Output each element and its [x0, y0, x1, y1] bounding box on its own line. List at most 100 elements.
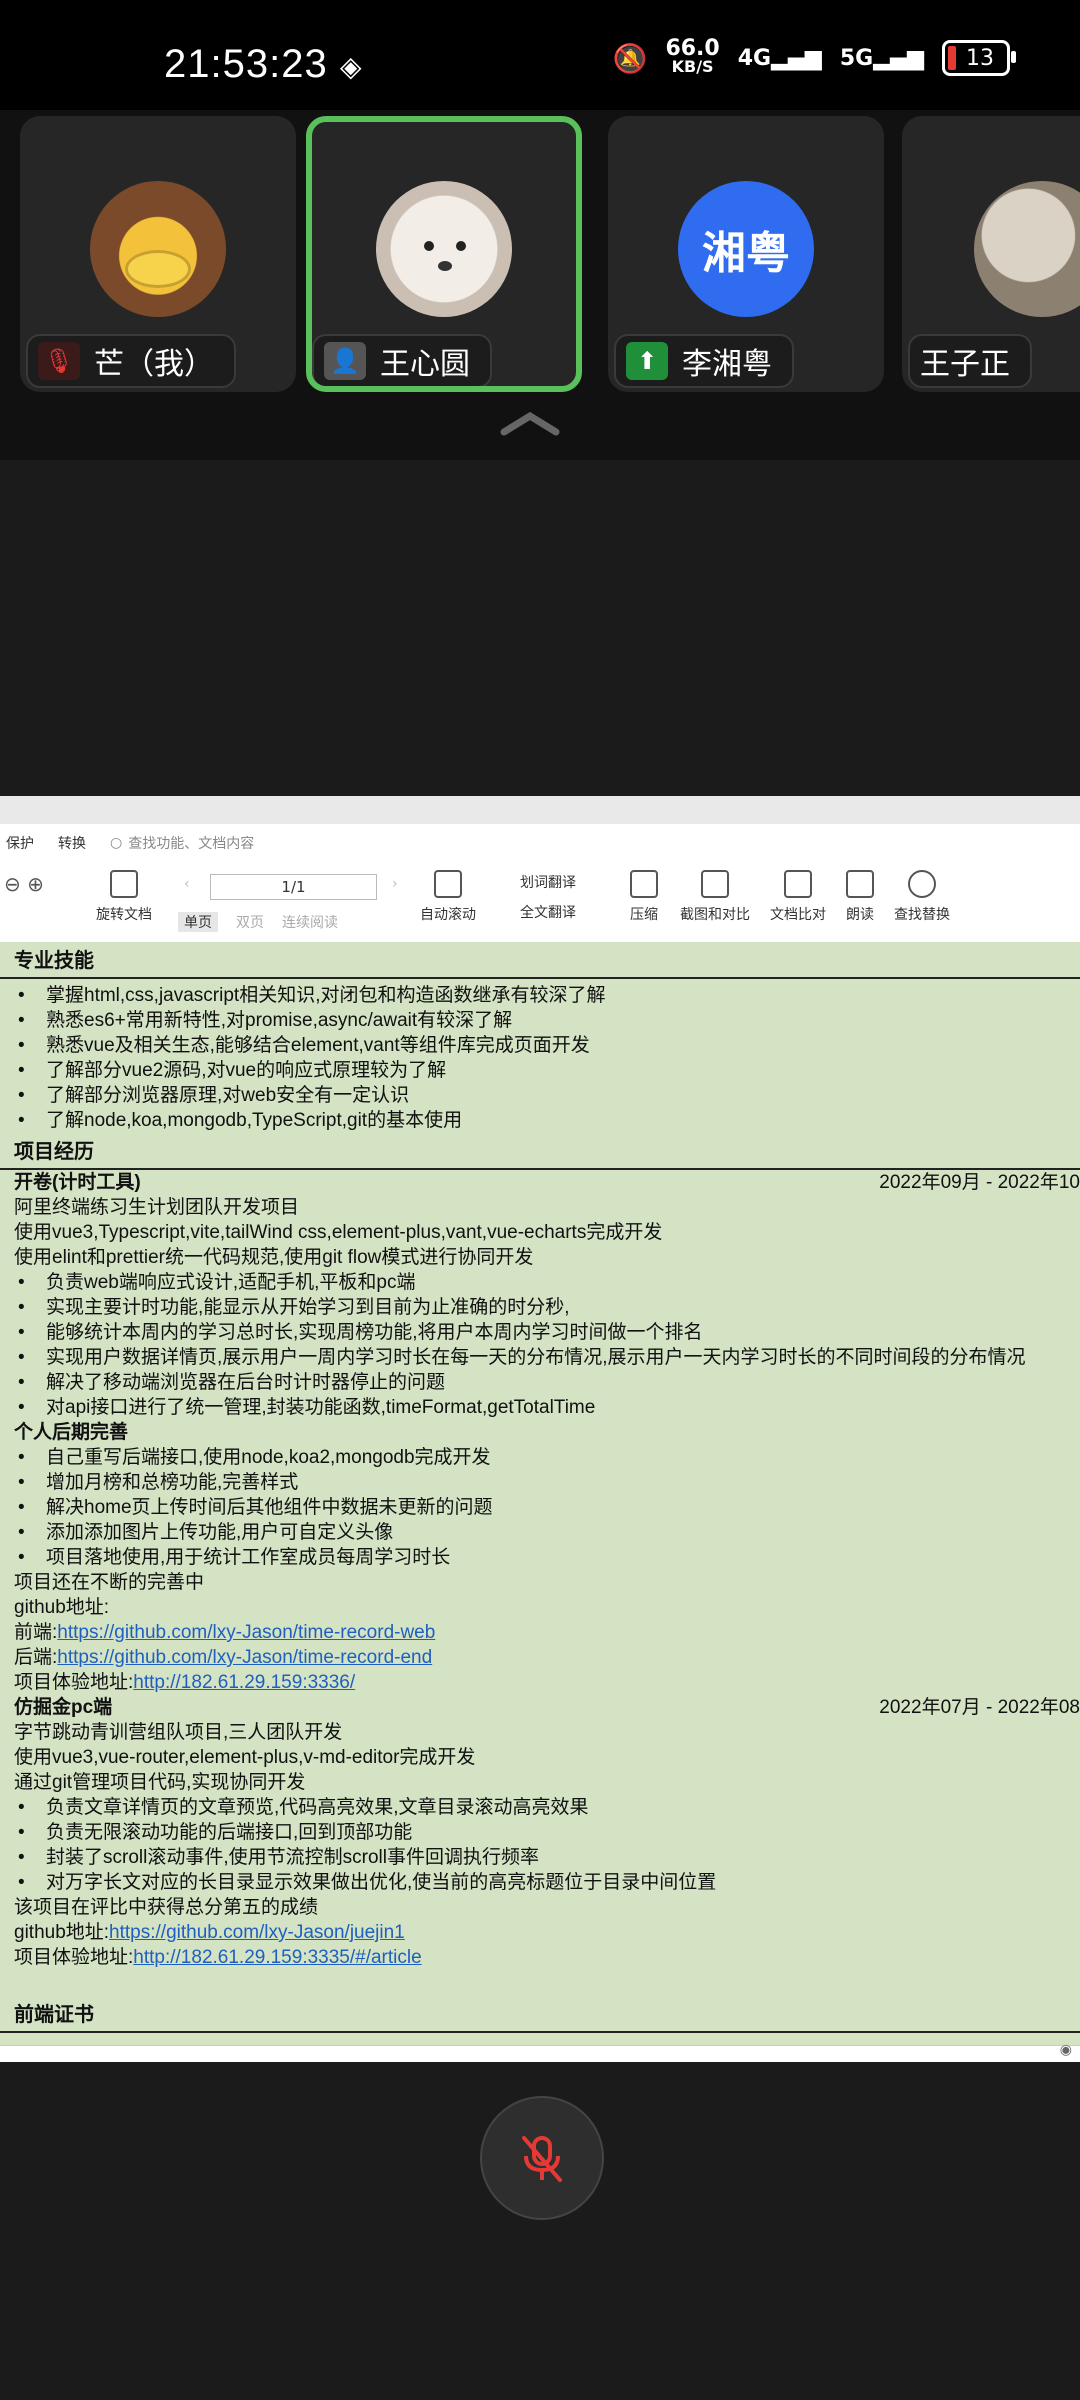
list-item: 解决home页上传时间后其他组件中数据未更新的问题 — [0, 1495, 1080, 1520]
participant-tile[interactable]: 王子正 — [902, 116, 1080, 392]
project-title: 仿掘金pc端 2022年07月 - 2022年08 — [14, 1697, 1080, 1718]
project-date: 2022年07月 - 2022年08 — [879, 1697, 1080, 1718]
read-aloud-button[interactable]: 朗读 — [846, 870, 874, 924]
rotate-doc-button[interactable]: 旋转文档 — [96, 870, 152, 924]
backend-link[interactable]: https://github.com/lxy-Jason/time-record… — [57, 1647, 432, 1668]
demo-link-line: 项目体验地址:http://182.61.29.159:3335/#/artic… — [14, 1947, 422, 1968]
list-item: 增加月榜和总榜功能,完善样式 — [0, 1470, 1080, 1495]
list-item: 熟悉es6+常用新特性,对promise,async/await有较深了解 — [0, 1008, 1080, 1033]
status-icons: 🔕 66.0 KB/S 4G▂▄▆ 5G▂▄▆ 13 — [612, 38, 1016, 76]
signal-5g-icon: 5G▂▄▆ — [839, 45, 924, 71]
mic-muted-icon — [522, 2136, 562, 2182]
page-input[interactable]: 1/1 — [210, 874, 377, 900]
signal-4g-icon: 4G▂▄▆ — [737, 45, 822, 71]
screenshot-icon — [701, 870, 729, 898]
avatar — [974, 181, 1080, 317]
list-item: 项目落地使用,用于统计工作室成员每周学习时长 — [0, 1545, 1080, 1570]
text-line: 字节跳动青训营组队项目,三人团队开发 — [14, 1722, 343, 1743]
list-item: 解决了移动端浏览器在后台时计时器停止的问题 — [0, 1370, 1080, 1395]
compare-button[interactable]: 文档比对 — [770, 870, 826, 924]
list-item: 添加添加图片上传功能,用户可自定义头像 — [0, 1520, 1080, 1545]
status-bar: 21:53:23 ◈ 🔕 66.0 KB/S 4G▂▄▆ 5G▂▄▆ 13 — [0, 0, 1080, 110]
participant-name: 王心圆 — [380, 347, 470, 382]
menu-protect[interactable]: 保护 — [6, 833, 34, 853]
text-line: 项目还在不断的完善中 — [14, 1572, 205, 1593]
autoscroll-icon — [434, 870, 462, 898]
prev-page-icon[interactable]: ‹ — [184, 876, 190, 892]
rotate-icon — [110, 870, 138, 898]
shared-document: 保护 转换 ○ 查找功能、文档内容 ⊖ ⊕ 旋转文档 ‹ 1/1 › 单页 双页… — [0, 796, 1080, 2062]
list-item: 负责文章详情页的文章预览,代码高亮效果,文章目录滚动高亮效果 — [0, 1795, 1080, 1820]
frontend-link[interactable]: https://github.com/lxy-Jason/time-record… — [57, 1622, 435, 1643]
project-date: 2022年09月 - 2022年10 — [879, 1172, 1080, 1193]
participant-tile-sharing[interactable]: 湘粤 ⬆ 李湘粤 — [608, 116, 884, 392]
participant-strip[interactable]: 🎙 芒（我） 👤 王心圆 湘粤 ⬆ 李湘粤 王子正 — [0, 110, 1080, 460]
section-title: 项目经历 — [0, 1133, 1080, 1170]
search-icon: ○ — [110, 835, 123, 851]
select-translate-button[interactable]: 划词翻译 — [520, 872, 576, 892]
eye-icon[interactable]: ◉ — [1060, 2042, 1072, 2058]
notification-icon: ◈ — [340, 50, 362, 83]
list-item: 实现用户数据详情页,展示用户一周内学习时长在每一天的分布情况,展示用户一天内学习… — [0, 1345, 1080, 1370]
doc-search[interactable]: ○ 查找功能、文档内容 — [110, 833, 254, 853]
list-item: 对api接口进行了统一管理,封装功能函数,timeFormat,getTotal… — [0, 1395, 1080, 1420]
continuous-button[interactable]: 连续阅读 — [282, 912, 338, 932]
zoom-icons[interactable]: ⊖ ⊕ — [4, 872, 44, 896]
list-item: 掌握html,css,javascript相关知识,对闭包和构造函数继承有较深了… — [0, 983, 1080, 1008]
full-translate-button[interactable]: 全文翻译 — [520, 902, 576, 922]
github-link[interactable]: https://github.com/lxy-Jason/juejin1 — [109, 1922, 405, 1943]
mic-muted-icon: 🎙 — [38, 342, 80, 380]
avatar: 湘粤 — [678, 181, 814, 317]
text-line: 使用elint和prettier统一代码规范,使用git flow模式进行协同开… — [14, 1247, 534, 1268]
text-line: 通过git管理项目代码,实现协同开发 — [14, 1772, 306, 1793]
next-page-icon[interactable]: › — [392, 876, 398, 892]
list-item: 自己重写后端接口,使用node,koa2,mongodb完成开发 — [0, 1445, 1080, 1470]
nametag: 👤 王心圆 — [312, 334, 492, 386]
double-page-button[interactable]: 双页 — [236, 912, 264, 932]
translate-group: 划词翻译 全文翻译 — [520, 872, 576, 922]
demo-link[interactable]: http://182.61.29.159:3335/#/article — [133, 1947, 421, 1968]
single-page-button[interactable]: 单页 — [178, 912, 218, 932]
chevron-up-icon[interactable] — [500, 410, 560, 436]
screen-share-icon: ⬆ — [626, 342, 668, 380]
list-item: 能够统计本周内的学习总时长,实现周榜功能,将用户本周内学习时间做一个排名 — [0, 1320, 1080, 1345]
demo-link[interactable]: http://182.61.29.159:3336/ — [133, 1672, 355, 1693]
resume-content: 专业技能 掌握html,css,javascript相关知识,对闭包和构造函数继… — [0, 942, 1080, 2046]
find-replace-button[interactable]: 查找替换 — [894, 870, 950, 924]
list-item: 负责无限滚动功能的后端接口,回到顶部功能 — [0, 1820, 1080, 1845]
find-icon — [908, 870, 936, 898]
mic-toggle-button[interactable] — [480, 2096, 604, 2220]
view-modes: 单页 双页 连续阅读 — [178, 912, 338, 932]
participant-name: 芒（我） — [94, 347, 214, 382]
mute-bell-icon: 🔕 — [612, 41, 648, 75]
text-line: github地址: — [14, 1597, 110, 1618]
participant-name: 李湘粤 — [682, 347, 772, 382]
compress-icon — [630, 870, 658, 898]
list-item: 了解部分浏览器原理,对web安全有一定认识 — [0, 1083, 1080, 1108]
compress-button[interactable]: 压缩 — [630, 870, 658, 924]
nametag: 🎙 芒（我） — [26, 334, 236, 388]
backend-link-line: 后端:https://github.com/lxy-Jason/time-rec… — [14, 1647, 433, 1668]
text-line: 该项目在评比中获得总分第五的成绩 — [14, 1897, 319, 1918]
doc-bottom-bar: ◉ — [0, 2042, 1080, 2062]
read-icon — [846, 870, 874, 898]
participant-tile-active[interactable]: 👤 王心圆 — [306, 116, 582, 392]
compare-icon — [784, 870, 812, 898]
autoscroll-button[interactable]: 自动滚动 — [420, 870, 476, 924]
participant-tile-me[interactable]: 🎙 芒（我） — [20, 116, 296, 392]
nametag: ⬆ 李湘粤 — [614, 334, 794, 388]
screenshot-button[interactable]: 截图和对比 — [680, 870, 750, 924]
doc-toolbar: ⊖ ⊕ 旋转文档 ‹ 1/1 › 单页 双页 连续阅读 自动滚动 划词翻译 全文… — [0, 862, 1080, 943]
status-time: 21:53:23 — [164, 42, 328, 86]
avatar — [90, 181, 226, 317]
frontend-link-line: 前端:https://github.com/lxy-Jason/time-rec… — [14, 1622, 436, 1643]
github-link-line: github地址:https://github.com/lxy-Jason/ju… — [14, 1922, 405, 1943]
participant-name: 王子正 — [920, 347, 1010, 382]
list-item: 实现主要计时功能,能显示从开始学习到目前为止准确的时分秒, — [0, 1295, 1080, 1320]
section-title: 专业技能 — [0, 942, 1080, 979]
list-item: 了解部分vue2源码,对vue的响应式原理较为了解 — [0, 1058, 1080, 1083]
nametag: 王子正 — [908, 334, 1032, 388]
menu-convert[interactable]: 转换 — [58, 833, 86, 853]
doc-menubar: 保护 转换 ○ 查找功能、文档内容 — [0, 824, 1080, 862]
project-title: 开卷(计时工具) 2022年09月 - 2022年10 — [14, 1172, 1080, 1193]
